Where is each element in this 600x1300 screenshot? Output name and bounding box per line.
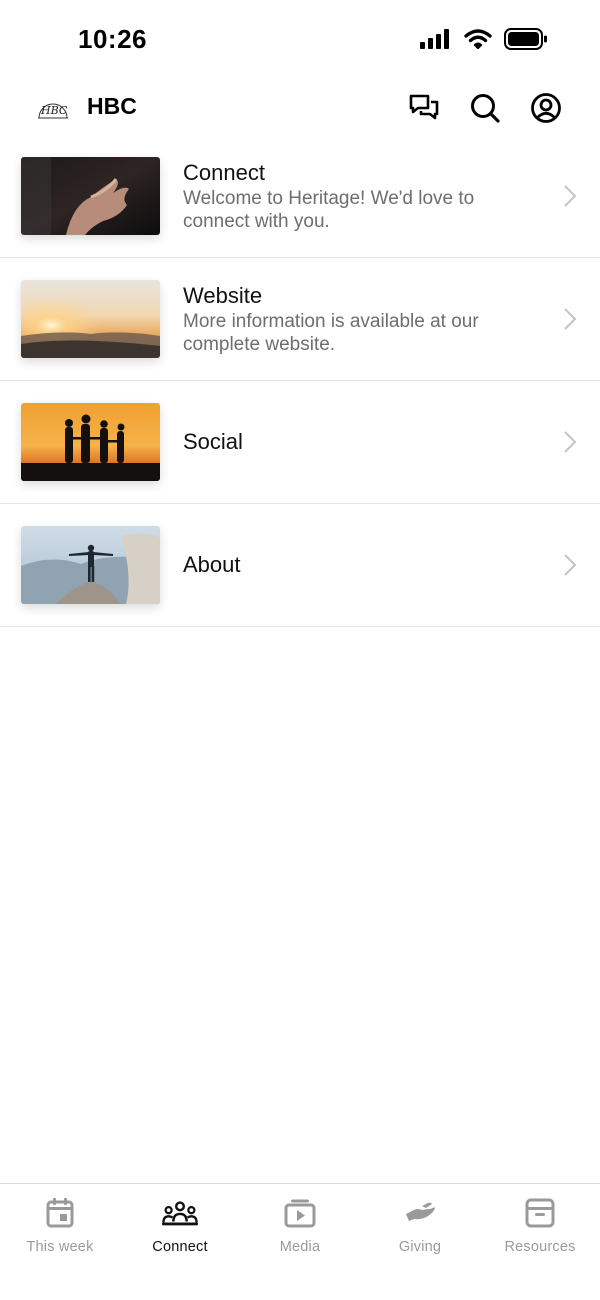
play-icon: [284, 1199, 316, 1228]
account-icon: [531, 93, 561, 123]
social-text: Social: [183, 429, 520, 455]
chevron-right-icon: [564, 185, 577, 207]
tab-bar: This week Connect Media Giving Resources: [0, 1183, 600, 1300]
status-bar: 10:26: [0, 0, 600, 80]
item-title: Connect: [183, 160, 265, 185]
chat-bubbles-icon: [409, 94, 439, 120]
search-icon: [471, 94, 500, 123]
chevron-right-icon: [564, 431, 577, 453]
tab-label: This week: [26, 1239, 94, 1255]
logo-text: HBC: [40, 104, 68, 117]
account-button[interactable]: [526, 88, 566, 128]
church-logo[interactable]: HBC: [36, 92, 70, 122]
list-item-website[interactable]: Website More information is available at…: [0, 258, 600, 381]
status-time: 10:26: [78, 24, 147, 54]
app-header: HBC HBC: [0, 80, 600, 136]
archive-box-icon: [525, 1198, 555, 1228]
app-title: HBC: [87, 93, 137, 119]
connect-text: Connect Welcome to Heritage! We'd love t…: [183, 160, 520, 233]
search-button[interactable]: [465, 88, 505, 128]
connect-list: Connect Welcome to Heritage! We'd love t…: [0, 135, 600, 627]
thumbnail-sunset-mountains: [21, 280, 160, 358]
item-title: Website: [183, 283, 263, 308]
thumbnail-open-hand: [21, 157, 160, 235]
tab-this-week[interactable]: This week: [0, 1184, 120, 1300]
item-description: More information is available at our com…: [183, 311, 479, 355]
chevron-right-icon: [564, 554, 577, 576]
people-icon: [162, 1201, 198, 1226]
signal-icon: [420, 29, 449, 49]
item-title: About: [183, 552, 241, 577]
item-description: Welcome to Heritage! We'd love to connec…: [183, 188, 475, 232]
list-item-about[interactable]: About: [0, 504, 600, 627]
battery-icon: [504, 28, 547, 50]
tab-label: Connect: [152, 1239, 208, 1255]
thumbnail-person-on-mountain: [21, 526, 160, 604]
about-text: About: [183, 552, 520, 578]
calendar-icon: [46, 1198, 74, 1228]
tab-label: Media: [279, 1239, 321, 1255]
status-icons: [420, 28, 548, 50]
tab-giving[interactable]: Giving: [360, 1184, 480, 1300]
messages-button[interactable]: [404, 88, 444, 128]
tab-resources[interactable]: Resources: [480, 1184, 600, 1300]
thumbnail-silhouettes-sunset: [21, 403, 160, 481]
list-item-connect[interactable]: Connect Welcome to Heritage! We'd love t…: [0, 135, 600, 258]
wifi-icon: [464, 29, 492, 49]
item-title: Social: [183, 429, 243, 454]
tab-label: Giving: [398, 1239, 442, 1255]
tab-media[interactable]: Media: [240, 1184, 360, 1300]
tab-connect[interactable]: Connect: [120, 1184, 240, 1300]
chevron-right-icon: [564, 308, 577, 330]
tab-label: Resources: [504, 1239, 576, 1255]
website-text: Website More information is available at…: [183, 283, 520, 356]
hand-icon: [406, 1202, 435, 1221]
list-item-social[interactable]: Social: [0, 381, 600, 504]
